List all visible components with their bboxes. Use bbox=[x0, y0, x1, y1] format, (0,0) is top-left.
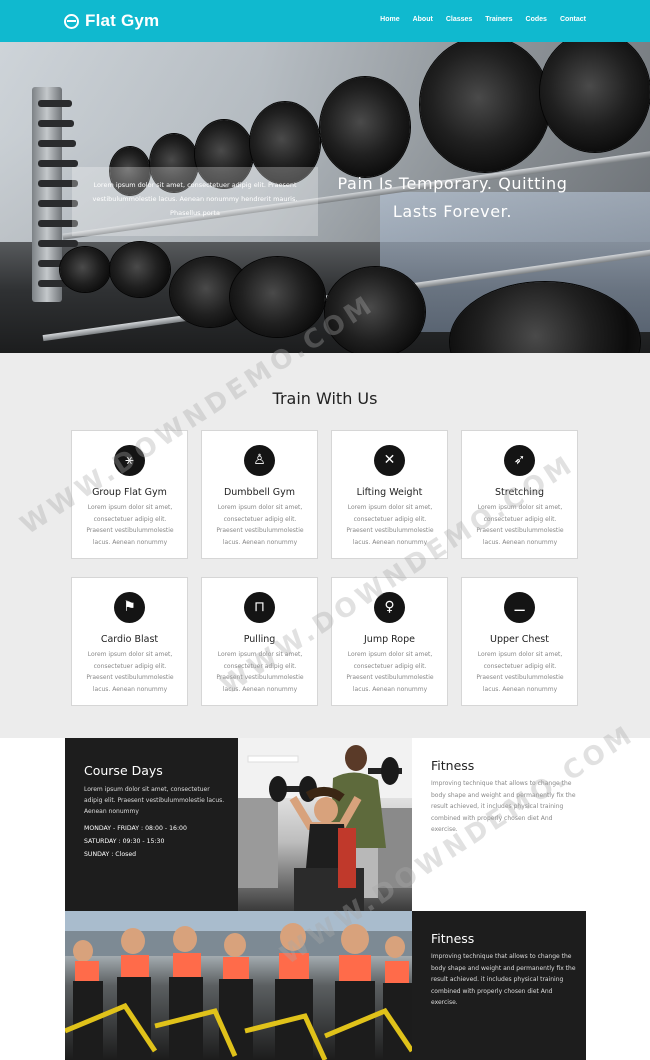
main-nav: Home About Classes Trainers Codes Contac… bbox=[380, 16, 586, 23]
hero-quote-line-1: Pain Is Temporary. Quitting bbox=[337, 174, 568, 193]
opening-hours: MONDAY - FRIDAY : 08:00 - 16:00 SATURDAY… bbox=[84, 822, 187, 861]
card-text: Lorem ipsum dolor sit amet, consectetuer… bbox=[476, 504, 564, 546]
rack-bar bbox=[38, 100, 72, 107]
weight-plate bbox=[325, 267, 425, 353]
fitness-title: Fitness bbox=[431, 758, 475, 773]
site-header: Flat Gym Home About Classes Trainers Cod… bbox=[0, 0, 650, 42]
fitness-info-panel-1: Fitness Improving technique that allows … bbox=[412, 738, 586, 911]
card-text: Lorem ipsum dolor sit amet, consectetuer… bbox=[86, 504, 174, 546]
hours-saturday: SATURDAY : 09:30 - 15:30 bbox=[84, 838, 165, 845]
rack-bar bbox=[38, 160, 78, 167]
card-title: Stretching bbox=[495, 487, 544, 498]
card-text: Lorem ipsum dolor sit amet, consectetuer… bbox=[86, 651, 174, 693]
nav-home[interactable]: Home bbox=[380, 16, 399, 23]
hours-weekdays: MONDAY - FRIDAY : 08:00 - 16:00 bbox=[84, 825, 187, 832]
weight-plate bbox=[110, 242, 170, 297]
hero-banner: Lorem ipsum dolor sit amet, consectetuer… bbox=[0, 42, 650, 353]
rack-bar bbox=[38, 120, 74, 127]
nav-contact[interactable]: Contact bbox=[560, 16, 586, 23]
brand-name: Flat Gym bbox=[85, 11, 160, 30]
section-title: Train With Us bbox=[272, 389, 378, 408]
weightlifting-icon: ✕ bbox=[374, 445, 405, 476]
card-title: Cardio Blast bbox=[100, 634, 159, 645]
hero-box-text: Lorem ipsum dolor sit amet, consectetuer… bbox=[92, 181, 298, 217]
hero-quote-line-2: Lasts Forever. bbox=[392, 202, 513, 221]
fitness-info-panel-2: Fitness Improving technique that allows … bbox=[412, 911, 586, 1060]
fitness-text: Improving technique that allows to chang… bbox=[431, 780, 576, 833]
card-text: Lorem ipsum dolor sit amet, consectetuer… bbox=[346, 504, 434, 546]
card-text: Lorem ipsum dolor sit amet, consectetuer… bbox=[346, 651, 434, 693]
hero-quote: Pain Is Temporary. Quitting Lasts Foreve… bbox=[330, 170, 575, 226]
treadmill-icon: ⚑ bbox=[114, 592, 145, 623]
card-title: Group Flat Gym bbox=[92, 487, 167, 498]
stretching-icon: ➶ bbox=[504, 445, 535, 476]
hero-text-box: Lorem ipsum dolor sit amet, consectetuer… bbox=[72, 167, 318, 236]
pull-up-icon: ⊓ bbox=[244, 592, 275, 623]
card-text: Lorem ipsum dolor sit amet, consectetuer… bbox=[216, 504, 304, 546]
card-title: Pulling bbox=[243, 634, 276, 645]
weight-plate bbox=[230, 257, 325, 337]
class-card-dumbbell-gym[interactable]: ♙ Dumbbell Gym Lorem ipsum dolor sit ame… bbox=[201, 430, 318, 559]
weight-plate bbox=[60, 247, 110, 292]
fitness-title: Fitness bbox=[431, 931, 475, 946]
weight-plate bbox=[320, 77, 410, 177]
card-text: Lorem ipsum dolor sit amet, consectetuer… bbox=[216, 651, 304, 693]
course-text: Lorem ipsum dolor sit amet, consectetuer… bbox=[84, 786, 225, 815]
class-card-upper-chest[interactable]: ⚊ Upper Chest Lorem ipsum dolor sit amet… bbox=[461, 577, 578, 706]
class-card-stretching[interactable]: ➶ Stretching Lorem ipsum dolor sit amet,… bbox=[461, 430, 578, 559]
spin-class-illustration bbox=[65, 911, 412, 1060]
dumbbell-training-illustration bbox=[238, 738, 412, 911]
nav-trainers[interactable]: Trainers bbox=[485, 16, 512, 23]
group-workout-icon: ⚹ bbox=[114, 445, 145, 476]
class-card-jump-rope[interactable]: ♀ Jump Rope Lorem ipsum dolor sit amet, … bbox=[331, 577, 448, 706]
card-title: Upper Chest bbox=[490, 634, 549, 645]
dumbbell-person-icon: ♙ bbox=[244, 445, 275, 476]
card-title: Dumbbell Gym bbox=[223, 487, 296, 498]
brand-logo[interactable]: Flat Gym bbox=[64, 11, 159, 31]
class-card-cardio-blast[interactable]: ⚑ Cardio Blast Lorem ipsum dolor sit ame… bbox=[71, 577, 188, 706]
card-title: Lifting Weight bbox=[356, 487, 423, 498]
jump-rope-icon: ♀ bbox=[374, 592, 405, 623]
class-card-group-flat-gym[interactable]: ⚹ Group Flat Gym Lorem ipsum dolor sit a… bbox=[71, 430, 188, 559]
card-text: Lorem ipsum dolor sit amet, consectetuer… bbox=[476, 651, 564, 693]
nav-classes[interactable]: Classes bbox=[446, 16, 472, 23]
class-card-lifting-weight[interactable]: ✕ Lifting Weight Lorem ipsum dolor sit a… bbox=[331, 430, 448, 559]
fitness-text: Improving technique that allows to chang… bbox=[431, 953, 576, 1006]
rack-bar bbox=[38, 240, 78, 247]
hours-sunday: SUNDAY : Closed bbox=[84, 851, 137, 858]
rack-bar bbox=[38, 140, 76, 147]
dumbbell-icon bbox=[64, 13, 79, 29]
bench-press-icon: ⚊ bbox=[504, 592, 535, 623]
class-card-pulling[interactable]: ⊓ Pulling Lorem ipsum dolor sit amet, co… bbox=[201, 577, 318, 706]
spin-class-photo bbox=[65, 911, 412, 1060]
weight-plate bbox=[420, 42, 550, 172]
train-section: Train With Us ⚹ Group Flat Gym Lorem ips… bbox=[0, 353, 650, 738]
card-title: Jump Rope bbox=[364, 634, 415, 645]
nav-about[interactable]: About bbox=[413, 16, 433, 23]
dumbbell-training-photo bbox=[238, 738, 412, 911]
nav-codes[interactable]: Codes bbox=[526, 16, 547, 23]
course-days-panel: Course Days Lorem ipsum dolor sit amet, … bbox=[65, 738, 238, 911]
course-title: Course Days bbox=[84, 763, 163, 778]
